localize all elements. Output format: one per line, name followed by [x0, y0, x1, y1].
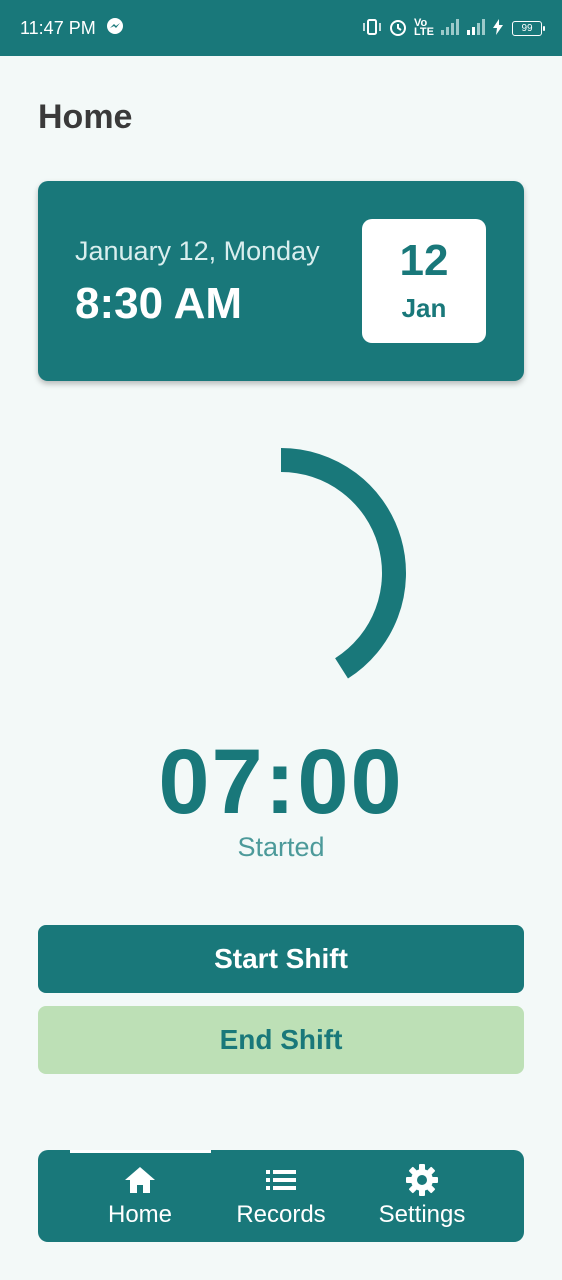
signal-icon: [440, 18, 460, 39]
home-icon: [123, 1163, 157, 1197]
shift-time: 8:30 AM: [75, 279, 243, 328]
month-short: Jan: [401, 292, 447, 323]
timer-status: Started: [237, 832, 325, 862]
end-shift-button[interactable]: End Shift: [38, 1006, 524, 1074]
battery-level: 99: [521, 22, 533, 34]
nav-item-home[interactable]: Home: [70, 1150, 210, 1242]
network-type-label: Vo LTE: [414, 17, 434, 38]
bottom-navigation: Home Records Settings: [38, 1150, 524, 1242]
nav-item-settings[interactable]: Settings: [352, 1150, 492, 1242]
alarm-icon: [388, 17, 408, 40]
shift-progress-ring: [280, 448, 406, 679]
nav-label-settings: Settings: [378, 1201, 466, 1228]
nav-label-records: Records: [236, 1201, 326, 1228]
start-shift-button[interactable]: Start Shift: [38, 925, 524, 993]
current-date: January 12, Monday: [75, 236, 320, 266]
status-time: 11:47 PM: [20, 17, 96, 38]
calendar-badge: 12 Jan: [362, 219, 486, 343]
day-number: 12: [399, 235, 449, 285]
elapsed-timer: 07:00: [158, 731, 404, 833]
nav-item-records[interactable]: Records: [211, 1150, 351, 1242]
date-card: January 12, Monday 8:30 AM 12 Jan: [38, 181, 524, 381]
progress-arc: [280, 448, 406, 679]
messenger-icon: [106, 17, 124, 40]
status-bar: 11:47 PM Vo LTE 99: [0, 0, 562, 56]
vibrate-icon: [362, 18, 382, 39]
battery-icon: 99: [512, 20, 545, 36]
nav-label-home: Home: [107, 1201, 173, 1228]
charging-icon: [492, 18, 504, 39]
gear-icon: [405, 1163, 439, 1197]
signal-icon-2: [466, 18, 486, 39]
page-title: Home: [38, 98, 133, 136]
list-icon: [265, 1163, 297, 1197]
